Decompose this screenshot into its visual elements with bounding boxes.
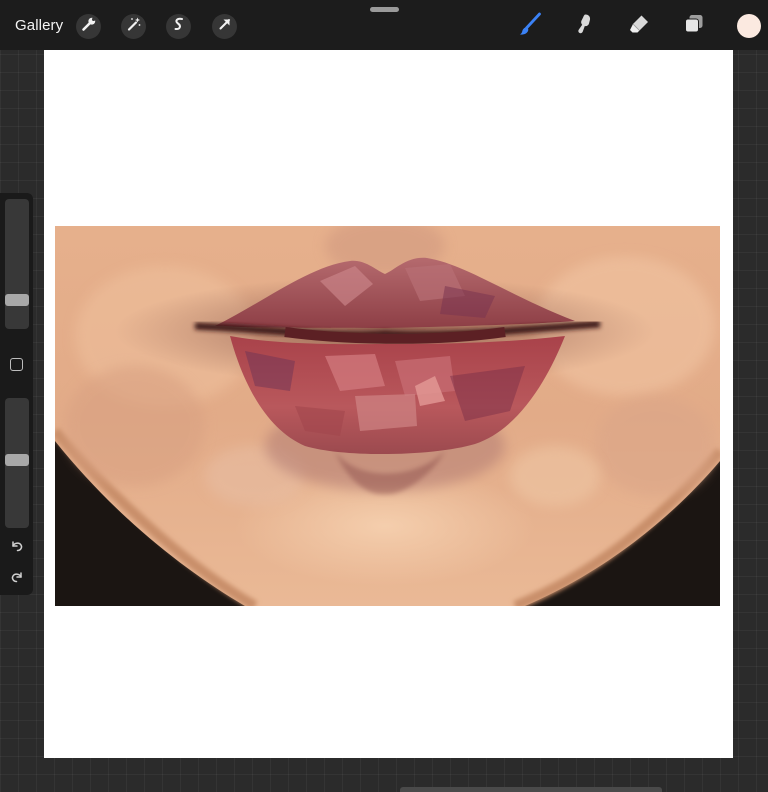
left-sidebar [0, 193, 33, 595]
opacity-thumb[interactable] [5, 454, 29, 466]
smudge-button[interactable] [569, 11, 599, 41]
layers-icon [682, 12, 706, 41]
redo-icon [10, 570, 24, 589]
undo-button[interactable] [8, 540, 25, 557]
drag-handle[interactable] [370, 7, 399, 12]
transform-arrow-icon [217, 16, 233, 37]
eraser-icon [627, 12, 651, 41]
top-toolbar: Gallery [0, 0, 768, 50]
brush-size-slider[interactable] [5, 199, 29, 329]
eraser-button[interactable] [624, 11, 654, 41]
magic-wand-icon [126, 16, 142, 37]
selection-button[interactable] [166, 14, 191, 39]
undo-icon [10, 539, 24, 558]
adjustments-button[interactable] [121, 14, 146, 39]
drawing-canvas[interactable] [44, 50, 733, 758]
brush-button[interactable] [515, 11, 545, 41]
modify-button[interactable] [10, 358, 23, 371]
actions-button[interactable] [76, 14, 101, 39]
smudge-icon [572, 12, 596, 41]
brush-size-thumb[interactable] [5, 294, 29, 306]
opacity-slider[interactable] [5, 398, 29, 528]
layers-button[interactable] [679, 11, 709, 41]
gallery-button[interactable]: Gallery [15, 17, 63, 34]
bottom-scroll-indicator [400, 787, 662, 792]
selection-icon [171, 16, 187, 37]
transform-button[interactable] [212, 14, 237, 39]
color-picker-button[interactable] [737, 14, 761, 38]
wrench-icon [81, 16, 97, 37]
painted-lips-artwork [55, 226, 720, 606]
brush-icon [517, 11, 543, 42]
redo-button[interactable] [8, 571, 25, 588]
